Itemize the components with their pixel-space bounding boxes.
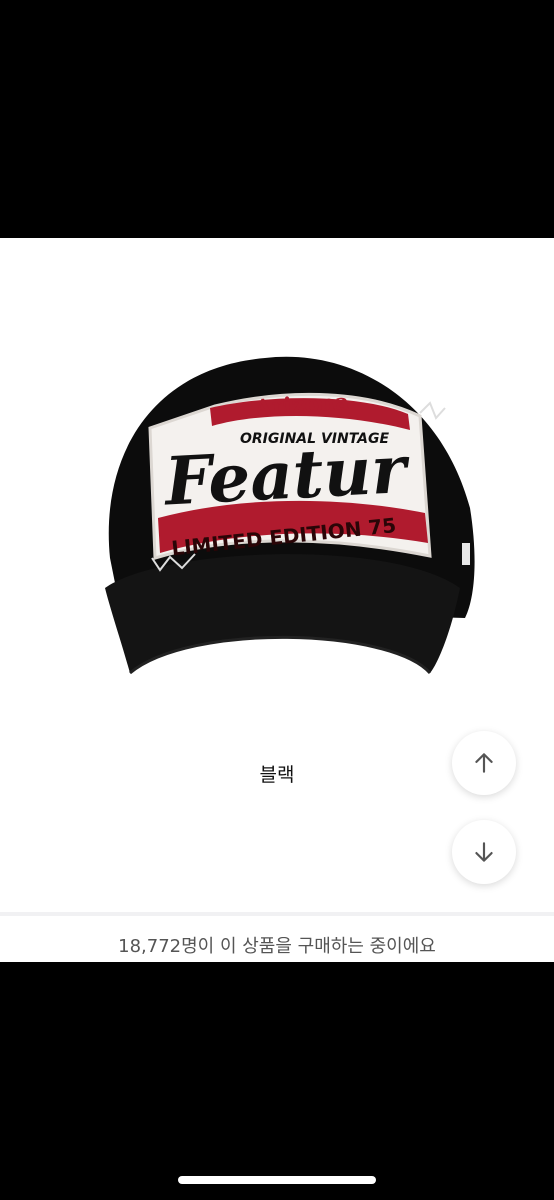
arrow-down-icon — [475, 842, 493, 862]
bottom-black-area — [0, 962, 554, 1200]
top-black-area — [0, 0, 554, 238]
arrow-up-icon — [475, 753, 493, 773]
purchase-notice: 18,772명이 이 상품을 구매하는 중이에요 — [118, 936, 436, 957]
patch-main-text: Featur — [161, 430, 412, 521]
section-divider — [0, 912, 554, 916]
home-indicator[interactable] — [178, 1176, 376, 1184]
cap-image: Arizona ORIGINAL VINTAGE Featur LIMITED … — [105, 356, 475, 675]
product-detail-content: Arizona ORIGINAL VINTAGE Featur LIMITED … — [0, 238, 554, 962]
scroll-down-button[interactable] — [452, 820, 516, 884]
scroll-up-button[interactable] — [452, 731, 516, 795]
